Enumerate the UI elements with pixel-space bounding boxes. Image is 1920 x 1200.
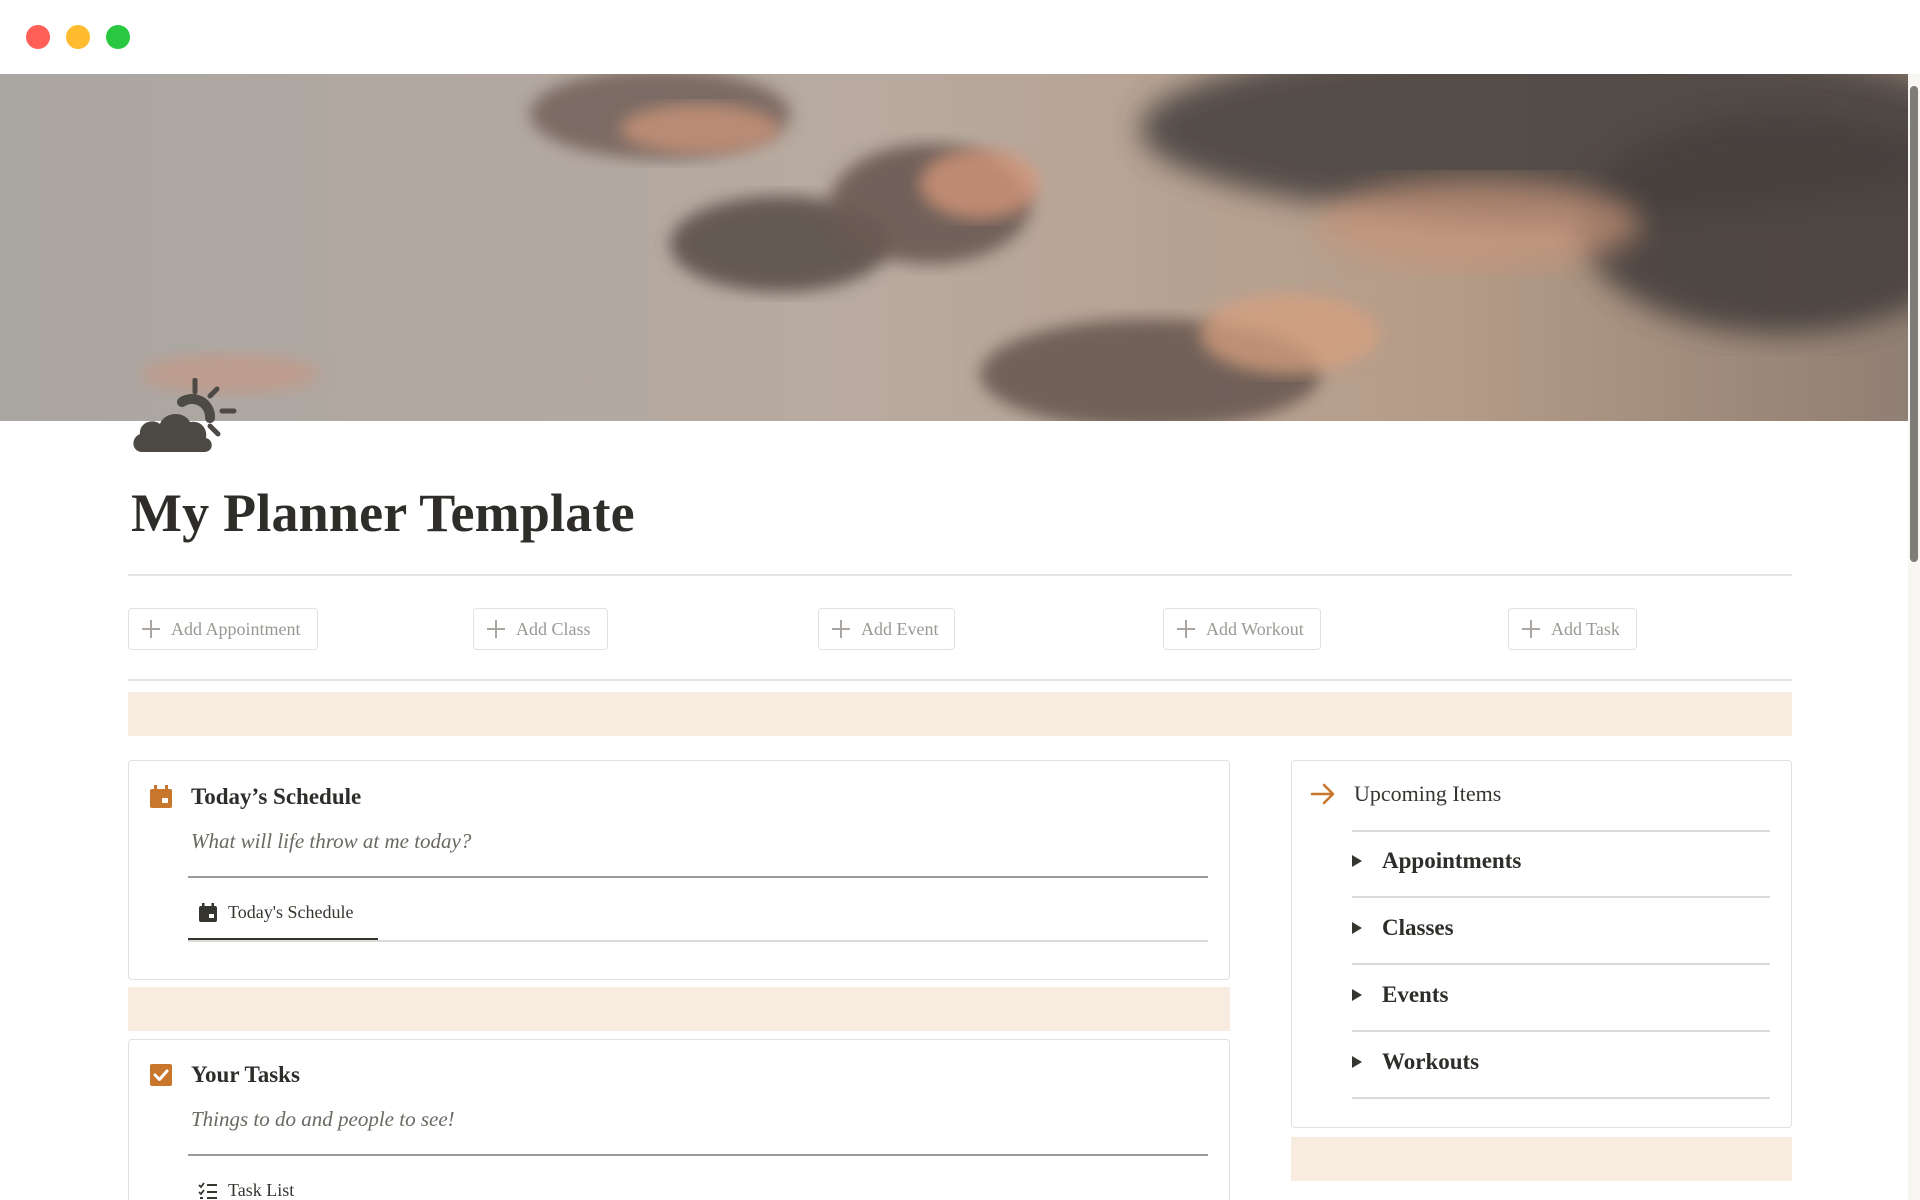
toggle-triangle-icon[interactable]: [1352, 855, 1362, 867]
toggle-appointments[interactable]: Appointments: [1352, 848, 1521, 874]
callout-band: [128, 692, 1792, 736]
callout-band: [1291, 1137, 1792, 1181]
add-class-label: Add Class: [516, 618, 591, 639]
toggle-classes-label: Classes: [1382, 915, 1454, 940]
schedule-header-divider: [188, 876, 1208, 878]
add-class-button[interactable]: Add Class: [473, 608, 608, 650]
toggle-events-label: Events: [1382, 982, 1449, 1007]
page-cover-image[interactable]: [0, 74, 1920, 421]
toggle-triangle-icon[interactable]: [1352, 922, 1362, 934]
plus-icon: [486, 619, 506, 639]
your-tasks-title[interactable]: Your Tasks: [191, 1062, 300, 1088]
add-event-button[interactable]: Add Event: [818, 608, 956, 650]
checklist-icon: [198, 1181, 218, 1200]
todays-schedule-header: Today’s Schedule: [149, 784, 361, 810]
calendar-icon: [149, 785, 173, 809]
buttons-divider: [128, 679, 1792, 681]
add-appointment-label: Add Appointment: [171, 618, 301, 639]
close-window-button[interactable]: [26, 25, 50, 49]
upcoming-divider: [1352, 963, 1770, 965]
add-appointment-button[interactable]: Add Appointment: [128, 608, 318, 650]
toggle-workouts-label: Workouts: [1382, 1049, 1480, 1074]
callout-band: [128, 987, 1230, 1031]
add-event-label: Add Event: [861, 618, 939, 639]
todays-schedule-title[interactable]: Today’s Schedule: [191, 784, 361, 810]
sun-behind-cloud-icon[interactable]: [130, 377, 238, 458]
tab-todays-schedule[interactable]: Today's Schedule: [198, 902, 353, 923]
upcoming-divider: [1352, 896, 1770, 898]
schedule-view-divider: [188, 940, 1208, 942]
page-title[interactable]: My Planner Template: [131, 482, 635, 544]
add-task-button[interactable]: Add Task: [1508, 608, 1637, 650]
arrow-right-icon: [1310, 782, 1336, 806]
add-workout-label: Add Workout: [1206, 618, 1304, 639]
tab-task-list[interactable]: Task List: [198, 1180, 294, 1200]
tab-task-list-label: Task List: [228, 1180, 295, 1200]
calendar-icon: [198, 902, 218, 923]
add-task-label: Add Task: [1551, 618, 1620, 639]
todays-schedule-subtitle: What will life throw at me today?: [191, 829, 472, 853]
toggle-events[interactable]: Events: [1352, 982, 1448, 1008]
upcoming-items-title[interactable]: Upcoming Items: [1354, 781, 1501, 807]
toggle-classes[interactable]: Classes: [1352, 915, 1454, 941]
upcoming-divider: [1352, 1030, 1770, 1032]
zoom-window-button[interactable]: [106, 25, 130, 49]
window-titlebar: [0, 0, 1920, 74]
tab-todays-schedule-label: Today's Schedule: [228, 902, 354, 922]
plus-icon: [1176, 619, 1196, 639]
minimize-window-button[interactable]: [66, 25, 90, 49]
upcoming-items-header: Upcoming Items: [1310, 781, 1501, 807]
plus-icon: [1521, 619, 1541, 639]
upcoming-divider: [1352, 830, 1770, 832]
scrollbar-thumb[interactable]: [1910, 86, 1918, 562]
tasks-header-divider: [188, 1154, 1208, 1156]
page-scrollbar[interactable]: [1908, 74, 1920, 1200]
toggle-triangle-icon[interactable]: [1352, 1056, 1362, 1068]
your-tasks-subtitle: Things to do and people to see!: [191, 1107, 455, 1131]
upcoming-divider: [1352, 1097, 1770, 1099]
toggle-triangle-icon[interactable]: [1352, 989, 1362, 1001]
title-divider: [128, 574, 1792, 576]
plus-icon: [141, 619, 161, 639]
add-workout-button[interactable]: Add Workout: [1163, 608, 1321, 650]
checkbox-icon: [149, 1063, 173, 1087]
your-tasks-header: Your Tasks: [149, 1062, 300, 1088]
plus-icon: [831, 619, 851, 639]
toggle-appointments-label: Appointments: [1382, 848, 1522, 873]
toggle-workouts[interactable]: Workouts: [1352, 1049, 1479, 1075]
